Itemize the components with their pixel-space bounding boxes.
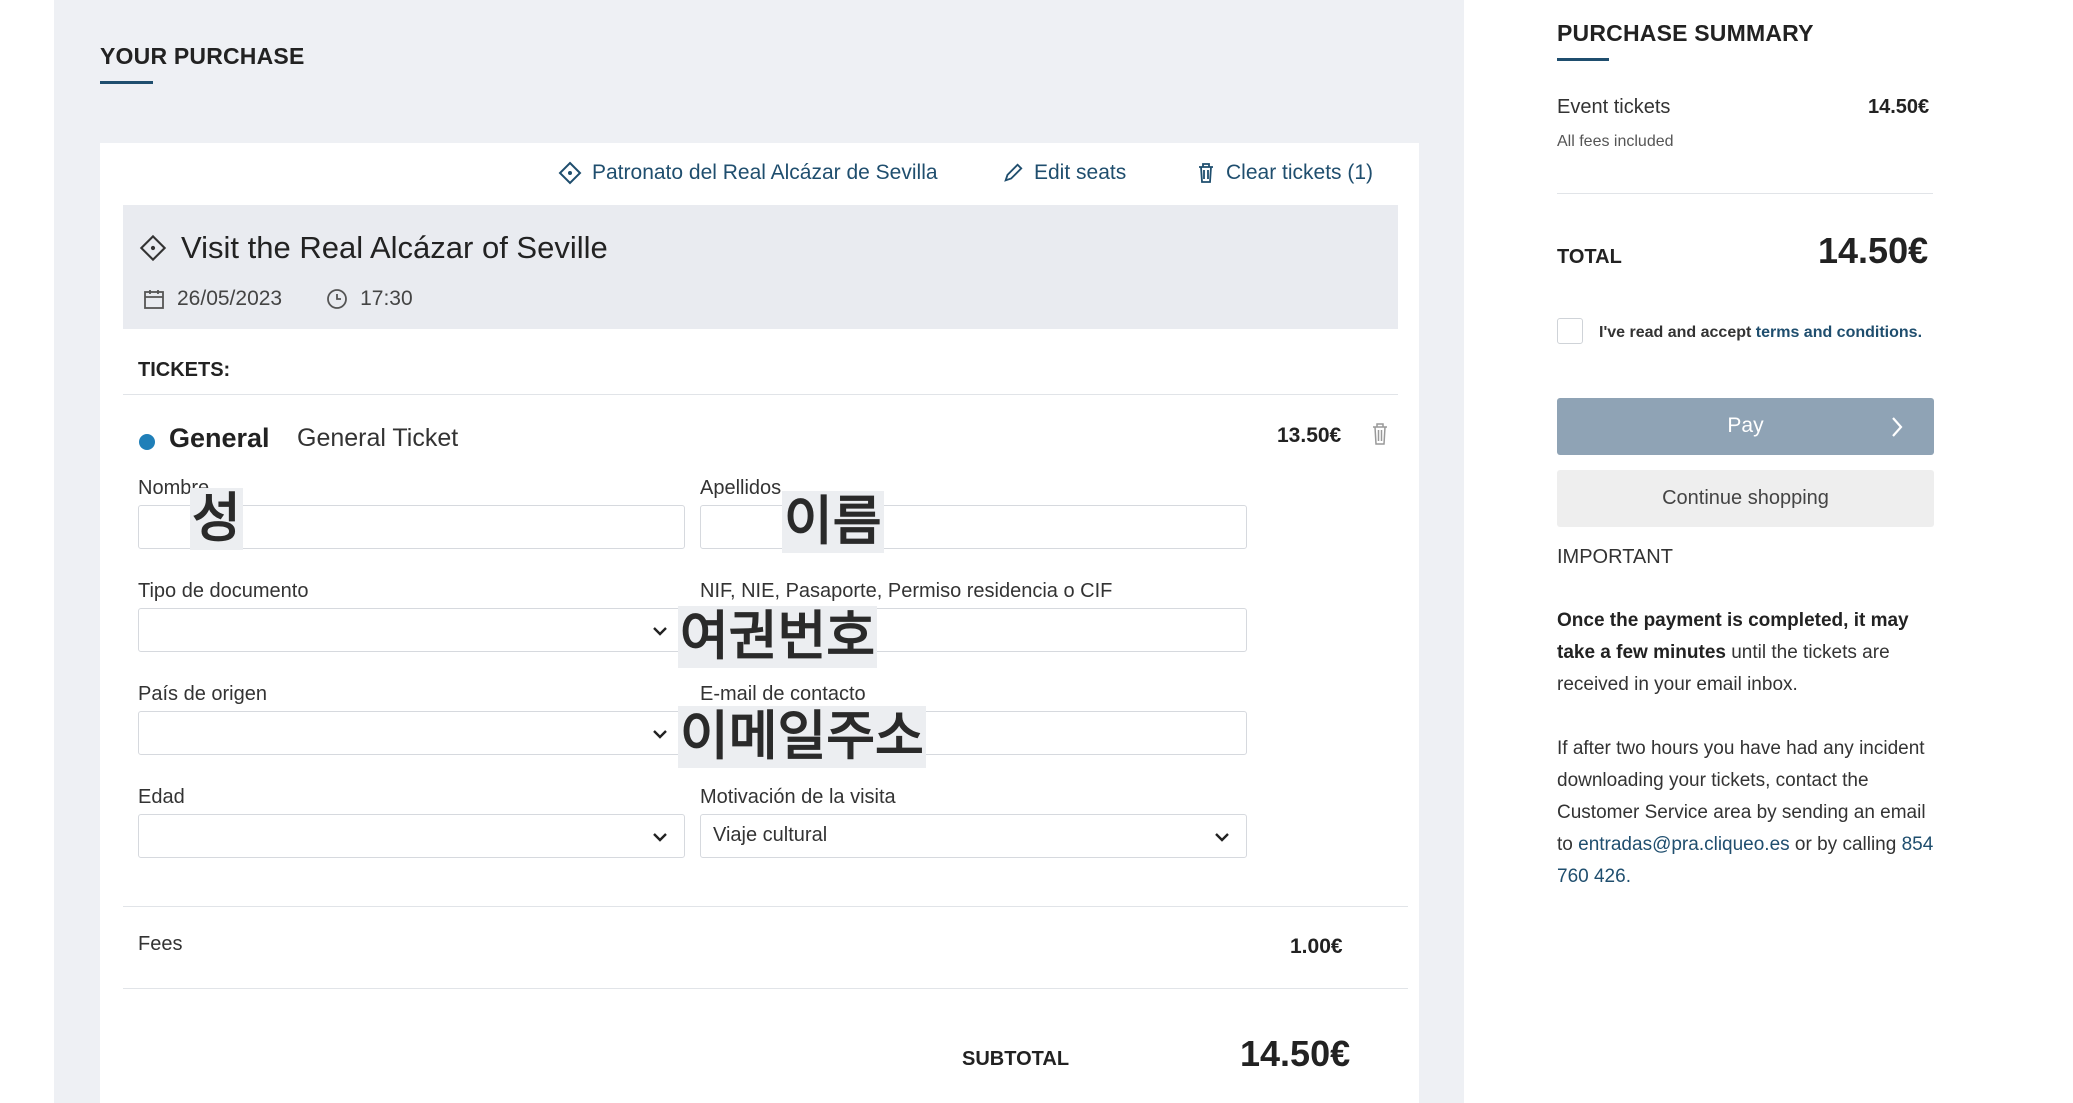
motivacion-label: Motivación de la visita — [700, 786, 896, 808]
fees-value: 1.00€ — [1290, 935, 1343, 958]
event-time: 17:30 — [360, 287, 413, 310]
annotation-email: 이메일주소 — [678, 706, 926, 768]
pay-button-label: Pay — [1727, 414, 1764, 437]
terms-text: I've read and accept terms and condition… — [1599, 324, 1922, 342]
payment-note: Once the payment is completed, it may ta… — [1557, 605, 1942, 701]
edad-select[interactable] — [138, 814, 685, 858]
tickets-heading: TICKETS: — [138, 359, 231, 381]
fees-note: All fees included — [1557, 133, 1674, 150]
ticket-category: General — [169, 423, 270, 453]
chevron-right-icon — [1892, 417, 1903, 437]
edit-seats-label: Edit seats — [1034, 161, 1127, 184]
summary-title: PURCHASE SUMMARY — [1557, 20, 1814, 46]
event-date: 26/05/2023 — [177, 287, 283, 310]
incident-note: If after two hours you have had any inci… — [1557, 733, 1942, 893]
chevron-down-icon — [653, 730, 667, 739]
total-label: TOTAL — [1557, 246, 1622, 268]
apellidos-label: Apellidos — [700, 477, 782, 499]
total-value: 14.50€ — [1818, 230, 1929, 271]
title-underline — [100, 81, 153, 84]
ticket-price: 13.50€ — [1277, 424, 1342, 447]
ticket-name: General Ticket — [297, 424, 459, 452]
trash-icon — [1199, 163, 1213, 183]
chevron-down-icon — [653, 627, 667, 636]
event-tickets-value: 14.50€ — [1868, 96, 1930, 118]
page-title: YOUR PURCHASE — [100, 43, 305, 69]
pay-button[interactable]: Pay — [1557, 398, 1934, 455]
important-heading: IMPORTANT — [1557, 546, 1673, 568]
fees-label: Fees — [138, 933, 183, 955]
annotation-passport-number: 여권번호 — [678, 606, 878, 668]
calendar-icon — [144, 290, 164, 309]
annotation-given-name: 이름 — [782, 491, 884, 553]
terms-prefix: I've read and accept — [1599, 324, 1756, 341]
calling-text: or by calling — [1789, 834, 1902, 855]
chevron-down-icon — [1215, 833, 1229, 842]
event-date-row: 26/05/2023 17:30 — [143, 287, 413, 311]
subtotal-label: SUBTOTAL — [962, 1048, 1070, 1070]
subtotal-value: 14.50€ — [1240, 1033, 1351, 1074]
chevron-down-icon — [653, 833, 667, 842]
tipo-documento-label: Tipo de documento — [138, 580, 309, 602]
continue-shopping-button[interactable]: Continue shopping — [1557, 470, 1934, 527]
continue-shopping-label: Continue shopping — [1662, 487, 1829, 509]
documento-numero-label: NIF, NIE, Pasaporte, Permiso residencia … — [700, 580, 1113, 602]
contact-email-link[interactable]: entradas@pra.cliqueo.es — [1578, 834, 1790, 855]
terms-link[interactable]: terms and conditions. — [1756, 324, 1922, 341]
annotation-surname: 성 — [190, 488, 243, 550]
divider — [123, 394, 1398, 395]
divider — [1557, 193, 1933, 194]
venue-link[interactable]: Patronato del Real Alcázar de Sevilla — [558, 161, 938, 185]
motivacion-value: Viaje cultural — [713, 824, 828, 846]
ticket-icon — [558, 161, 582, 185]
motivacion-select[interactable]: Viaje cultural — [700, 814, 1247, 858]
ticket-category-dot — [139, 434, 155, 450]
venue-link-label: Patronato del Real Alcázar de Sevilla — [592, 161, 938, 184]
clear-tickets-link[interactable]: Clear tickets (1) — [1196, 161, 1373, 185]
event-title: Visit the Real Alcázar of Seville — [181, 230, 608, 265]
pencil-icon — [1004, 163, 1023, 182]
event-tickets-label: Event tickets — [1557, 96, 1671, 118]
email-label: E-mail de contacto — [700, 683, 866, 705]
edad-label: Edad — [138, 786, 185, 808]
summary-title-underline — [1557, 58, 1609, 61]
event-title-row: Visit the Real Alcázar of Seville — [139, 230, 608, 266]
trash-icon[interactable] — [1372, 423, 1388, 445]
pais-select[interactable] — [138, 711, 685, 755]
divider — [123, 988, 1408, 989]
clock-icon — [327, 289, 348, 309]
clear-tickets-label: Clear tickets (1) — [1226, 161, 1374, 184]
divider — [123, 906, 1408, 907]
ticket-icon — [139, 234, 167, 262]
edit-seats-link[interactable]: Edit seats — [1002, 161, 1126, 185]
incident-period: . — [1625, 866, 1631, 887]
pais-label: País de origen — [138, 683, 267, 705]
tipo-documento-select[interactable] — [138, 608, 685, 652]
terms-checkbox[interactable] — [1557, 318, 1583, 344]
